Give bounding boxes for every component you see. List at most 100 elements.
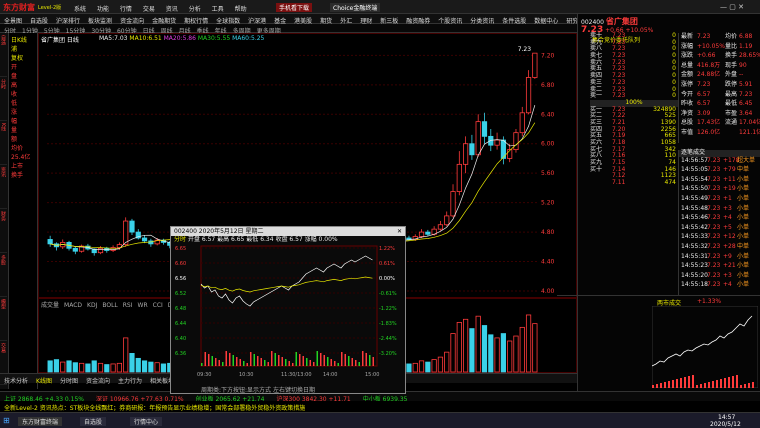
order-volume: 0 (672, 58, 676, 66)
order-row: 卖六 7.23 0 (590, 58, 678, 67)
popup-tab-intraday[interactable]: 分时 (174, 236, 186, 243)
taskbar-item-market[interactable]: 行情中心 (130, 417, 163, 426)
sidebar-tab-0[interactable]: 自选 (0, 33, 7, 77)
bottom-tab-1[interactable]: K线图 (36, 378, 52, 385)
quote-value: 7.23 (739, 90, 753, 98)
menu-quotes[interactable]: 行情 (120, 6, 132, 13)
menu-function[interactable]: 功能 (97, 6, 109, 13)
main-menu: 系统 功能 行情 交易 资讯 分析 工具 帮助 (74, 4, 256, 13)
candle-body (532, 52, 538, 78)
news-ticker[interactable]: 全新Level-2 资讯热点：ST板块全线飘红；券商研报：年报预告显示业绩稳增；… (0, 401, 760, 412)
tick-panel: 逐笔成交 14:56:577.23 +178超大单 14:55:057.23 +79中… (678, 149, 760, 295)
sidebar-tab-1[interactable]: 分时 (0, 77, 7, 121)
y-tick-label: 7.20 (541, 52, 555, 59)
ma10-label: MA10:6.51 (129, 35, 162, 42)
mini-volume-bar (692, 375, 694, 388)
tick-time: 14:55:05 (681, 166, 708, 174)
order-row: 卖九 7.23 0 (590, 39, 678, 47)
popup-volume-bar (351, 358, 353, 366)
order-volume: 0 (672, 92, 676, 100)
quote-value: 17.04亿 (739, 119, 760, 127)
popup-volume-bar (211, 356, 213, 366)
volume-bar (488, 334, 494, 373)
order-volume: 474 (664, 179, 676, 187)
mini-volume-bar (740, 385, 742, 388)
sidebar-tab-5[interactable]: 多股 (0, 253, 7, 297)
vol-tab-5[interactable]: WR (138, 302, 148, 309)
window-controls[interactable]: — ▢ ✕ (720, 3, 744, 11)
volume-bar (141, 360, 148, 373)
bottom-tab-4[interactable]: 主力行为 (118, 378, 142, 385)
bottom-tab-0[interactable]: 技术分析 (4, 378, 28, 385)
tick-time: 14:55:23 (681, 262, 708, 270)
volume-bar (66, 360, 72, 373)
popup-volume-bar (358, 362, 360, 366)
vol-tab-4[interactable]: RSI (123, 302, 133, 309)
vol-tab-3[interactable]: BOLL (102, 302, 117, 309)
popup-volume-bar (257, 356, 259, 366)
vol-tab-1[interactable]: MACD (64, 302, 82, 309)
popup-volume-bar (267, 362, 269, 366)
menu-system[interactable]: 系统 (74, 6, 86, 13)
popup-volume-bar (278, 355, 280, 366)
menu-news[interactable]: 资讯 (166, 6, 178, 13)
vol-tab-6[interactable]: CCI (153, 302, 163, 309)
popup-volume-bar (341, 352, 343, 366)
menu-trade[interactable]: 交易 (143, 6, 155, 13)
taskbar-item-watchlist[interactable]: 自选股 (80, 417, 107, 426)
sidebar-tab-6[interactable]: 模型 (0, 297, 7, 341)
taskbar: ⊞ 东方财富终端 自选股 行情中心 14:57 2020/5/12 (0, 412, 760, 428)
vol-tab-0[interactable]: 成交量 (41, 302, 59, 309)
bottom-tab-2[interactable]: 分时图 (60, 378, 78, 385)
mini-volume-bar (668, 381, 670, 388)
order-book: 卖十 7.23 0 卖九 7.23 0 卖八 7.23 0 卖七 7.23 0 卖六 7.23 0 卖五 7.2… (590, 32, 678, 295)
quote-label: 量比 (725, 42, 738, 50)
tick-type: 中单 (737, 243, 750, 251)
popup-close-icon[interactable]: ✕ (397, 227, 405, 236)
popup-x-label: 15:00 (365, 372, 379, 378)
app-logo: 东方财富 (3, 3, 35, 12)
volume-bar (425, 361, 431, 373)
candle-body (494, 139, 500, 146)
mini-volume-bar (728, 377, 730, 388)
menu-analysis[interactable]: 分析 (189, 6, 201, 13)
volume-bar (47, 360, 53, 373)
info-label-5: 高 (11, 82, 18, 89)
candle-body (456, 163, 462, 192)
menu-tools[interactable]: 工具 (212, 6, 224, 13)
sidebar-tab-4[interactable]: 财务 (0, 209, 7, 253)
quote-label: 涨停 (681, 80, 694, 88)
popup-y-right: -2.44% (379, 336, 397, 342)
popup-y-left: 6.36 (175, 351, 186, 357)
windows-start-icon[interactable]: ⊞ (3, 416, 10, 425)
choice-button[interactable]: Choice金融终端 (330, 3, 381, 12)
quote-label: 最高 (725, 90, 738, 98)
volume-bar (129, 353, 135, 373)
info-label-11: 额 (11, 136, 18, 143)
quote-label: 外盘 (725, 71, 738, 79)
taskbar-item-app[interactable]: 东方财富终端 (18, 417, 63, 426)
mini-volume-bar (708, 382, 710, 388)
intraday-popup[interactable]: 002400 2020年5月12日 星期二 ✕ 分时 开盘 6.57 最高 6.… (170, 226, 406, 394)
sidebar-tab-2[interactable]: K线 (0, 121, 7, 165)
quote-label: 总量 (681, 61, 694, 69)
volume-bar (110, 363, 116, 373)
mobile-download-button[interactable]: 手机看下载 (276, 3, 313, 12)
tick-time: 14:55:48 (681, 204, 708, 212)
popup-titlebar[interactable]: 002400 2020年5月12日 星期二 ✕ (171, 227, 405, 236)
popup-volume-bar (306, 358, 308, 366)
mini-panel: 两市成交 +1.33% (557, 295, 760, 391)
order-volume: 0 (672, 85, 676, 93)
tick-type: 小单 (737, 175, 750, 183)
menu-help[interactable]: 帮助 (235, 6, 247, 13)
bottom-tab-3[interactable]: 资金流向 (86, 378, 110, 385)
popup-y-right: -3.20% (379, 351, 397, 357)
order-volume: 0 (672, 65, 676, 73)
order-level: 卖一 (590, 92, 603, 100)
popup-x-label: 10:30 (239, 372, 253, 378)
vol-tab-2[interactable]: KDJ (87, 302, 97, 309)
tick-type: 小单 (737, 252, 750, 260)
order-row: 卖四 7.23 0 (590, 72, 678, 80)
sidebar-tab-3[interactable]: 资讯 (0, 165, 7, 209)
tick-price: 7.23 (707, 252, 721, 260)
